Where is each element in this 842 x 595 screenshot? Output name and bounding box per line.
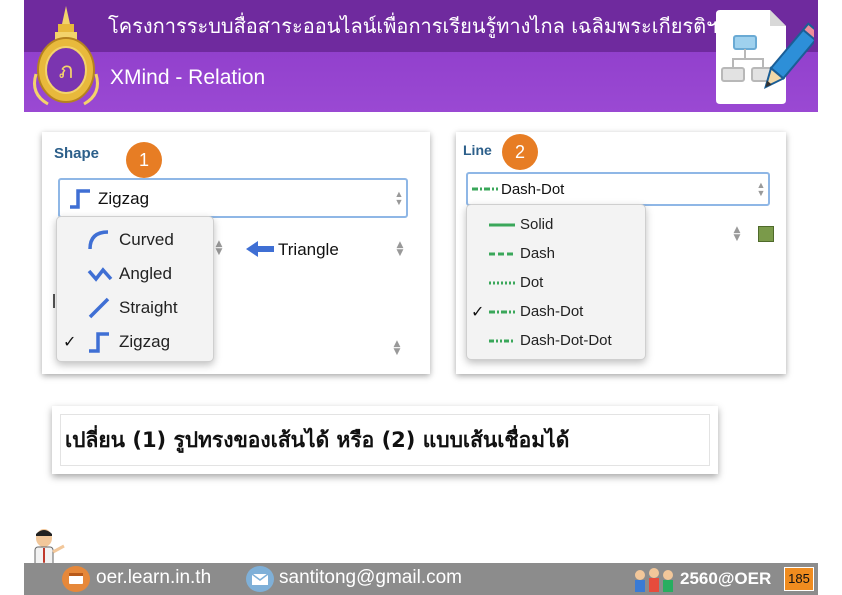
arrow-style-value[interactable]: Triangle [278, 240, 339, 260]
footer-brand: 2560@OER [680, 569, 772, 588]
footer-website[interactable]: oer.learn.in.th [96, 567, 211, 589]
page-title: XMind - Relation [110, 66, 266, 89]
line-stepper-icon: ▲ ▼ [756, 180, 766, 198]
zigzag-icon [89, 332, 109, 353]
royal-seal-icon: ภ [33, 6, 99, 106]
line-option-label: Dash-Dot [520, 303, 584, 320]
shape-option-label: Straight [119, 298, 178, 317]
people-group-icon [635, 568, 673, 592]
arrow-triangle-icon [246, 241, 274, 257]
svg-text:ภ: ภ [59, 59, 74, 84]
shape-option-curved[interactable]: Curved [57, 225, 215, 255]
line-option-dot[interactable]: Dot [467, 269, 647, 297]
solid-line-icon [489, 223, 515, 227]
checkmark-icon: ✓ [63, 334, 77, 351]
project-title: โครงการระบบสื่อสาระออนไลน์เพื่อการเรียนร… [108, 14, 718, 38]
partial-label-edge [53, 294, 55, 308]
page-number: 185 [784, 567, 814, 591]
step-badge-1: 1 [126, 142, 162, 178]
website-icon [62, 566, 90, 592]
zigzag-icon [70, 189, 90, 209]
dash-dot-line-icon [472, 187, 498, 191]
line-option-label: Dash [520, 245, 556, 262]
line-selected-value: Dash-Dot [501, 181, 565, 198]
angled-icon [87, 267, 113, 282]
arrow-begin-stepper-icon: ▲ ▼ [215, 239, 223, 257]
line-option-dash-dot[interactable]: ✓ Dash-Dot [467, 298, 647, 326]
footer-email[interactable]: santitong@gmail.com [279, 567, 462, 589]
line-select[interactable]: Dash-Dot ▲ ▼ [466, 172, 770, 206]
line-option-label: Solid [520, 216, 554, 233]
shape-selected-value: Zigzag [98, 189, 150, 208]
color-stepper-icon: ▲ ▼ [733, 225, 741, 243]
email-icon [246, 566, 274, 592]
line-option-dash-dot-dot[interactable]: Dash-Dot-Dot [467, 327, 647, 355]
shape-label: Shape [54, 145, 100, 162]
caption-frame: เปลี่ยน (1) รูปทรงของเส้นได้ หรือ (2) แบ… [60, 414, 710, 466]
footer-bar: oer.learn.in.th santitong@gmail.com 2560… [24, 563, 818, 595]
line-panel: Line 2 Dash-Dot ▲ ▼ ▲ ▼ Solid Dash Dot ✓… [456, 132, 786, 374]
caption-box: เปลี่ยน (1) รูปทรงของเส้นได้ หรือ (2) แบ… [52, 406, 718, 474]
dash-dot-line-icon [489, 310, 515, 314]
line-option-label: Dot [520, 274, 544, 291]
shape-dropdown-menu: Curved Angled Straight ✓ Zigzag [56, 216, 214, 362]
step-badge-2: 2 [502, 134, 538, 170]
dash-line-icon [489, 252, 515, 256]
mindmap-pencil-icon [716, 10, 814, 104]
shape-select[interactable]: Zigzag ▲ ▼ [58, 178, 408, 218]
line-option-label: Dash-Dot-Dot [520, 332, 612, 349]
shape-option-angled[interactable]: Angled [57, 259, 215, 289]
line-option-solid[interactable]: Solid [467, 211, 647, 239]
shape-option-label: Zigzag [119, 332, 171, 351]
shape-panel: Shape 1 Zigzag ▲ ▼ ▲ ▼ Triangle ▲ ▼ ▲ ▼ Curv… [42, 132, 430, 374]
dash-dot-dot-line-icon [489, 339, 515, 343]
line-label: Line [463, 142, 492, 158]
shape-option-label: Curved [119, 230, 174, 249]
shape-stepper-icon: ▲ ▼ [394, 189, 404, 207]
shape-option-zigzag[interactable]: ✓ Zigzag [57, 327, 215, 357]
header-banner: ภ โครงการระบบสื่อสาระออนไลน์เพื่อการเรีย… [24, 0, 818, 112]
dot-line-icon [489, 281, 515, 285]
caption-text: เปลี่ยน (1) รูปทรงของเส้นได้ หรือ (2) แบ… [65, 427, 570, 452]
straight-icon [88, 297, 110, 319]
checkmark-icon: ✓ [471, 304, 485, 321]
width-stepper-icon: ▲ ▼ [393, 339, 401, 357]
line-option-dash[interactable]: Dash [467, 240, 647, 268]
shape-option-straight[interactable]: Straight [57, 293, 215, 323]
arrow-end-stepper-icon: ▲ ▼ [396, 240, 404, 258]
line-dropdown-menu: Solid Dash Dot ✓ Dash-Dot Dash-Dot-Dot [466, 204, 646, 360]
line-color-swatch[interactable] [758, 226, 774, 242]
curve-icon [88, 230, 109, 250]
shape-option-label: Angled [119, 264, 172, 283]
